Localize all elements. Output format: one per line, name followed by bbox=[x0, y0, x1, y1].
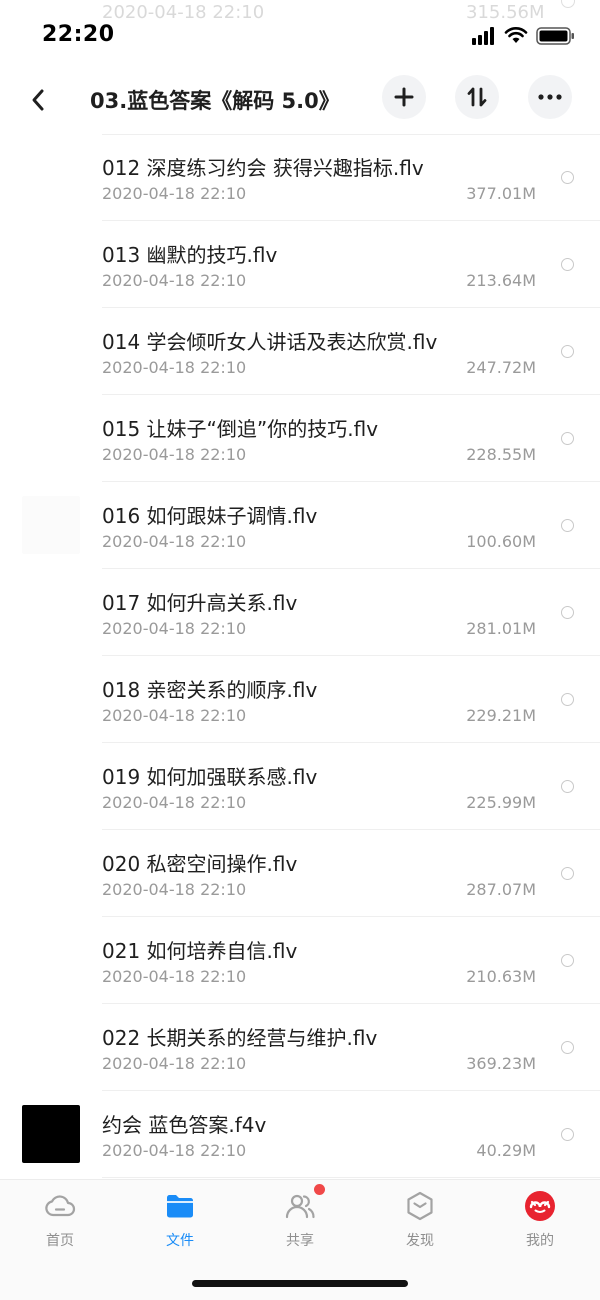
file-row[interactable]: 019 如何加强联系感.flv 2020-04-18 22:10 225.99M bbox=[0, 743, 600, 830]
file-size: 377.01M bbox=[466, 184, 536, 203]
file-size: 213.64M bbox=[466, 271, 536, 290]
file-row[interactable]: 020 私密空间操作.flv 2020-04-18 22:10 287.07M bbox=[0, 830, 600, 917]
sort-icon bbox=[467, 87, 487, 107]
file-row[interactable]: 012 深度练习约会 获得兴趣指标.flv 2020-04-18 22:10 3… bbox=[0, 134, 600, 221]
file-row[interactable]: 约会 蓝色答案.f4v 2020-04-18 22:10 40.29M bbox=[0, 1091, 600, 1178]
file-date: 2020-04-18 22:10 bbox=[102, 793, 247, 812]
plus-icon bbox=[394, 87, 414, 107]
file-size: 369.23M bbox=[466, 1054, 536, 1073]
file-size: 40.29M bbox=[476, 1141, 536, 1160]
file-name: 015 让妹子“倒追”你的技巧.flv bbox=[102, 417, 379, 441]
cellular-signal-icon bbox=[472, 27, 494, 45]
file-date: 2020-04-18 22:10 bbox=[102, 880, 247, 899]
chevron-left-icon bbox=[32, 89, 44, 111]
wifi-icon bbox=[504, 27, 528, 43]
tab-label: 共享 bbox=[286, 1233, 314, 1249]
tab-label: 文件 bbox=[166, 1233, 194, 1249]
file-row[interactable]: 015 让妹子“倒追”你的技巧.flv 2020-04-18 22:10 228… bbox=[0, 395, 600, 482]
tab-mine[interactable]: 我的 bbox=[500, 1190, 580, 1250]
file-list: 012 深度练习约会 获得兴趣指标.flv 2020-04-18 22:10 3… bbox=[0, 134, 600, 1178]
home-indicator bbox=[192, 1280, 408, 1287]
video-thumbnail bbox=[22, 496, 80, 554]
more-icon bbox=[538, 94, 562, 100]
file-name: 020 私密空间操作.flv bbox=[102, 852, 298, 876]
add-button[interactable] bbox=[382, 75, 426, 119]
file-name: 013 幽默的技巧.flv bbox=[102, 243, 278, 267]
file-size: 281.01M bbox=[466, 619, 536, 638]
file-name: 016 如何跟妹子调情.flv bbox=[102, 504, 318, 528]
file-size: 225.99M bbox=[466, 793, 536, 812]
select-checkbox[interactable] bbox=[561, 345, 574, 358]
file-row[interactable]: 022 长期关系的经营与维护.flv 2020-04-18 22:10 369.… bbox=[0, 1004, 600, 1091]
file-size: 228.55M bbox=[466, 445, 536, 464]
tab-files[interactable]: 文件 bbox=[140, 1190, 220, 1250]
file-date: 2020-04-18 22:10 bbox=[102, 184, 247, 203]
file-date: 2020-04-18 22:10 bbox=[102, 271, 247, 290]
status-bar: 2020-04-18 22:10 315.56M 22:20 bbox=[0, 0, 600, 70]
file-date: 2020-04-18 22:10 bbox=[102, 706, 247, 725]
back-button[interactable] bbox=[20, 80, 56, 120]
file-date: 2020-04-18 22:10 bbox=[102, 532, 247, 551]
file-size: 247.72M bbox=[466, 358, 536, 377]
file-size: 287.07M bbox=[466, 880, 536, 899]
file-date: 2020-04-18 22:10 bbox=[102, 619, 247, 638]
navigation-bar: 03.蓝色答案《解码 5.0》 bbox=[0, 70, 600, 132]
tab-label: 我的 bbox=[526, 1233, 554, 1249]
file-name: 018 亲密关系的顺序.flv bbox=[102, 678, 318, 702]
file-name: 019 如何加强联系感.flv bbox=[102, 765, 318, 789]
file-size: 210.63M bbox=[466, 967, 536, 986]
file-date: 2020-04-18 22:10 bbox=[102, 967, 247, 986]
select-checkbox[interactable] bbox=[561, 171, 574, 184]
select-checkbox[interactable] bbox=[561, 432, 574, 445]
status-time: 22:20 bbox=[42, 22, 115, 47]
file-size: 229.21M bbox=[466, 706, 536, 725]
file-name: 约会 蓝色答案.f4v bbox=[102, 1113, 267, 1137]
file-date: 2020-04-18 22:10 bbox=[102, 1141, 247, 1160]
file-date: 2020-04-18 22:10 bbox=[102, 2, 265, 23]
select-checkbox[interactable] bbox=[561, 780, 574, 793]
select-checkbox[interactable] bbox=[561, 954, 574, 967]
file-name: 014 学会倾听女人讲话及表达欣赏.flv bbox=[102, 330, 438, 354]
tab-discover[interactable]: 发现 bbox=[380, 1190, 460, 1250]
select-checkbox[interactable] bbox=[561, 1128, 574, 1141]
sort-button[interactable] bbox=[455, 75, 499, 119]
file-date: 2020-04-18 22:10 bbox=[102, 358, 247, 377]
video-thumbnail bbox=[22, 1105, 80, 1163]
more-button[interactable] bbox=[528, 75, 572, 119]
file-row[interactable]: 017 如何升高关系.flv 2020-04-18 22:10 281.01M bbox=[0, 569, 600, 656]
tab-label: 首页 bbox=[46, 1233, 74, 1249]
file-size: 100.60M bbox=[466, 532, 536, 551]
select-circle bbox=[561, 0, 575, 8]
select-checkbox[interactable] bbox=[561, 258, 574, 271]
file-date: 2020-04-18 22:10 bbox=[102, 1054, 247, 1073]
folder-icon bbox=[167, 1195, 193, 1218]
cloud-icon bbox=[45, 1195, 76, 1217]
file-row[interactable]: 021 如何培养自信.flv 2020-04-18 22:10 210.63M bbox=[0, 917, 600, 1004]
file-name: 017 如何升高关系.flv bbox=[102, 591, 298, 615]
select-checkbox[interactable] bbox=[561, 693, 574, 706]
people-icon bbox=[285, 1194, 315, 1219]
tab-home[interactable]: 首页 bbox=[20, 1190, 100, 1250]
file-row[interactable]: 013 幽默的技巧.flv 2020-04-18 22:10 213.64M bbox=[0, 221, 600, 308]
file-name: 021 如何培养自信.flv bbox=[102, 939, 298, 963]
select-checkbox[interactable] bbox=[561, 606, 574, 619]
battery-icon bbox=[536, 27, 574, 45]
page-title: 03.蓝色答案《解码 5.0》 bbox=[90, 89, 340, 113]
file-row[interactable]: 016 如何跟妹子调情.flv 2020-04-18 22:10 100.60M bbox=[0, 482, 600, 569]
notification-badge bbox=[314, 1184, 325, 1195]
file-name: 022 长期关系的经营与维护.flv bbox=[102, 1026, 378, 1050]
tab-label: 发现 bbox=[406, 1233, 434, 1249]
file-row[interactable]: 014 学会倾听女人讲话及表达欣赏.flv 2020-04-18 22:10 2… bbox=[0, 308, 600, 395]
select-checkbox[interactable] bbox=[561, 1041, 574, 1054]
profile-icon bbox=[525, 1191, 555, 1221]
tab-share[interactable]: 共享 bbox=[260, 1190, 340, 1250]
file-name: 012 深度练习约会 获得兴趣指标.flv bbox=[102, 156, 424, 180]
select-checkbox[interactable] bbox=[561, 867, 574, 880]
file-date: 2020-04-18 22:10 bbox=[102, 445, 247, 464]
scrolled-row-remnant: 2020-04-18 22:10 315.56M bbox=[102, 0, 545, 23]
select-checkbox[interactable] bbox=[561, 519, 574, 532]
file-row[interactable]: 018 亲密关系的顺序.flv 2020-04-18 22:10 229.21M bbox=[0, 656, 600, 743]
discover-icon bbox=[407, 1191, 433, 1221]
file-size: 315.56M bbox=[466, 2, 545, 23]
